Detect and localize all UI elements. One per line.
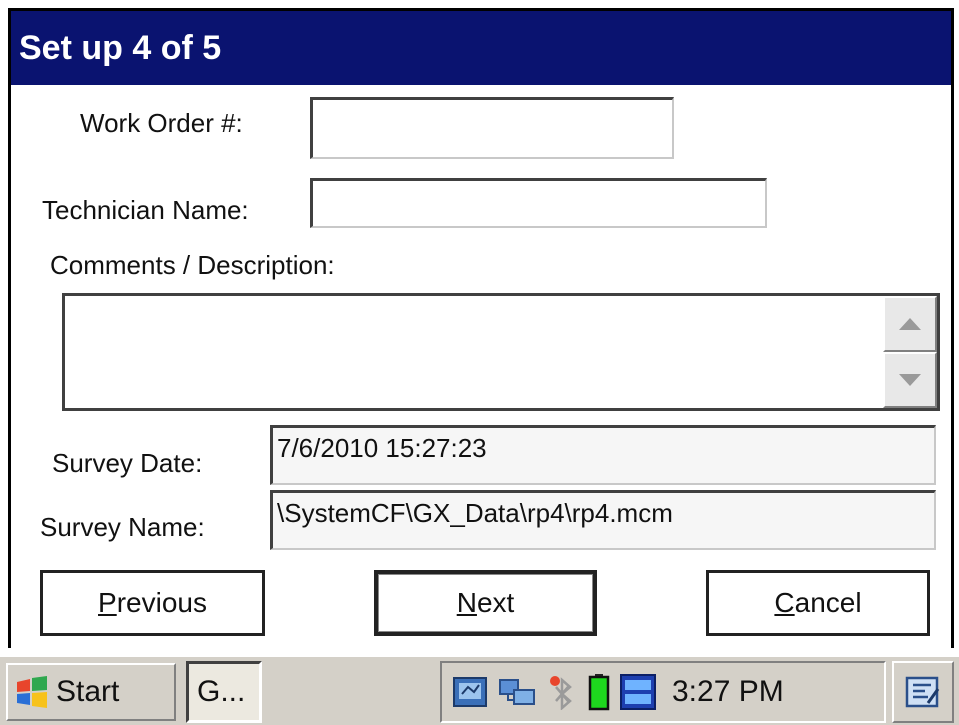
previous-accel: P <box>98 587 117 618</box>
taskbar: Start G... 3:27 PM <box>0 654 959 725</box>
window-title: Set up 4 of 5 <box>11 11 951 85</box>
work-order-label: Work Order #: <box>80 108 243 138</box>
survey-date-field: 7/6/2010 15:27:23 <box>270 425 936 485</box>
next-accel: N <box>456 587 477 618</box>
next-label: ext <box>476 587 515 618</box>
next-button[interactable]: Next <box>374 570 597 636</box>
start-button[interactable]: Start <box>6 663 176 721</box>
system-tray: 3:27 PM <box>440 661 886 723</box>
scroll-up-button[interactable] <box>883 296 937 352</box>
clock[interactable]: 3:27 PM <box>672 675 784 709</box>
comments-textarea[interactable] <box>62 293 940 411</box>
technician-name-label: Technician Name: <box>42 195 249 225</box>
scroll-down-button[interactable] <box>883 352 937 408</box>
arrow-up-icon <box>899 318 921 330</box>
survey-date-label: Survey Date: <box>52 448 203 478</box>
input-panel-icon <box>905 676 940 708</box>
network-icon[interactable] <box>452 674 488 710</box>
cancel-label: ancel <box>794 587 862 618</box>
windows-flag-icon <box>17 676 47 708</box>
arrow-down-icon <box>899 374 921 386</box>
previous-label: revious <box>116 587 207 618</box>
cancel-accel: C <box>774 587 795 618</box>
start-label: Start <box>56 675 120 708</box>
work-order-input[interactable] <box>310 97 674 159</box>
connection-icon[interactable] <box>498 674 538 710</box>
battery-icon[interactable] <box>588 673 610 711</box>
previous-button[interactable]: Previous <box>40 570 265 636</box>
technician-name-input[interactable] <box>310 178 767 228</box>
cancel-button[interactable]: Cancel <box>706 570 930 636</box>
dtg-client-icon[interactable] <box>620 674 656 710</box>
taskbar-app-button[interactable]: G... <box>186 661 262 723</box>
survey-name-label: Survey Name: <box>40 512 205 542</box>
bluetooth-icon[interactable] <box>548 674 578 710</box>
input-panel-button[interactable] <box>892 661 954 723</box>
survey-name-field: \SystemCF\GX_Data\rp4\rp4.mcm <box>270 490 936 550</box>
comments-label: Comments / Description: <box>50 250 335 280</box>
